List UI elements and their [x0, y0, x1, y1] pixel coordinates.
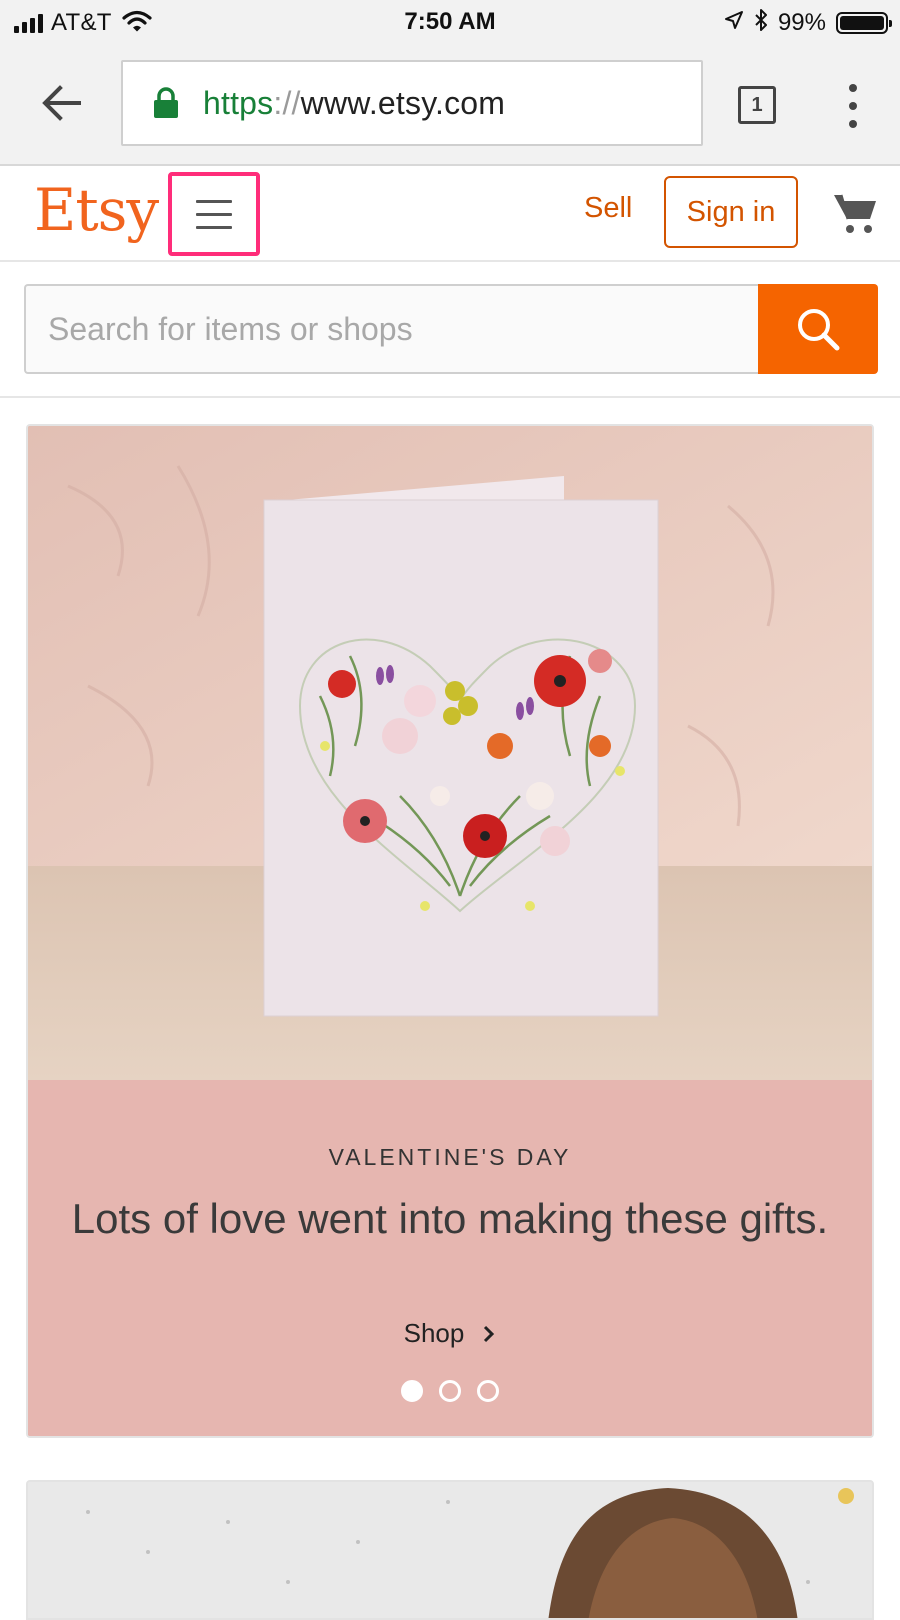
lock-icon — [153, 87, 179, 119]
sign-in-label: Sign in — [686, 195, 776, 228]
tabs-button[interactable]: 1 — [738, 86, 776, 124]
etsy-logo[interactable]: Etsy — [34, 176, 159, 244]
hero-card[interactable]: VALENTINE'S DAY Lots of love went into m… — [26, 424, 874, 1438]
chevron-right-icon — [484, 1325, 495, 1342]
shop-link[interactable]: Shop — [28, 1318, 872, 1349]
location-arrow-icon — [724, 10, 744, 35]
search-icon — [798, 309, 840, 351]
browser-toolbar: https://www.etsy.com 1 — [0, 44, 900, 166]
battery-icon — [836, 11, 892, 34]
site-header: Etsy Sell Sign in — [0, 166, 900, 262]
search-input[interactable] — [24, 284, 758, 374]
sign-in-button[interactable]: Sign in — [664, 176, 798, 248]
address-bar[interactable]: https://www.etsy.com — [121, 60, 703, 146]
second-card[interactable] — [26, 1480, 874, 1620]
url-separator: :// — [273, 84, 301, 121]
status-bar: AT&T 7:50 AM 99% — [0, 0, 900, 44]
status-right: 99% — [724, 8, 892, 37]
url-text: https://www.etsy.com — [203, 85, 505, 122]
bluetooth-icon — [754, 8, 768, 37]
hero-headline: Lots of love went into making these gift… — [71, 1195, 829, 1242]
shop-link-label: Shop — [403, 1318, 465, 1348]
url-host: www.etsy.com — [300, 84, 506, 121]
search-area — [0, 262, 900, 398]
hero-image — [28, 426, 872, 1080]
search-button[interactable] — [758, 284, 878, 374]
cart-icon[interactable] — [832, 190, 878, 241]
back-button[interactable] — [36, 78, 86, 128]
carousel-dot-2[interactable] — [439, 1380, 461, 1402]
carousel-dots — [28, 1380, 872, 1402]
second-card-image — [28, 1482, 872, 1618]
hero-eyebrow: VALENTINE'S DAY — [328, 1144, 572, 1170]
hamburger-menu-icon[interactable] — [168, 172, 260, 256]
sell-link[interactable]: Sell — [584, 192, 632, 225]
carousel-dot-1[interactable] — [401, 1380, 423, 1402]
battery-percent: 99% — [777, 8, 826, 36]
carousel-dot-3[interactable] — [477, 1380, 499, 1402]
hero-caption: VALENTINE'S DAY Lots of love went into m… — [28, 1080, 872, 1436]
more-vert-icon[interactable] — [838, 84, 868, 128]
back-arrow-icon — [42, 85, 81, 121]
url-scheme: https — [203, 84, 274, 121]
tab-count: 1 — [751, 93, 763, 116]
